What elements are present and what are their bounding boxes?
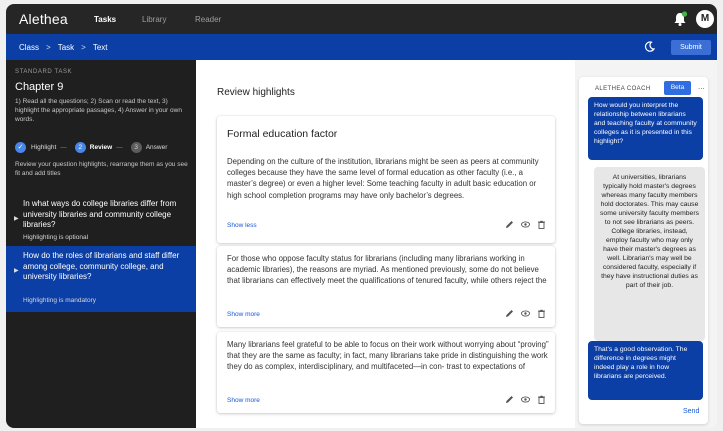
highlight-text: For those who oppose faculty status for … (227, 254, 547, 286)
step-number-3: 3 (130, 142, 142, 153)
show-less-link[interactable]: Show less (227, 222, 257, 229)
step-progress: ✓ Highlight — 2 Review — 3 Answer (15, 142, 167, 153)
breadcrumb-class[interactable]: Class (19, 43, 39, 52)
card-actions (505, 309, 546, 318)
breadcrumb-separator: > (46, 43, 51, 52)
delete-trash-icon[interactable] (537, 220, 546, 229)
notification-bell-icon[interactable] (673, 11, 687, 27)
nav-reader[interactable]: Reader (195, 15, 221, 24)
highlight-card: For those who oppose faculty status for … (217, 246, 555, 327)
coach-area: ALETHEA COACH Beta ... How would you int… (575, 60, 717, 428)
question-text: How do the roles of librarians and staff… (23, 251, 180, 281)
show-more-link[interactable]: Show more (227, 397, 260, 404)
highlight-card: Many librarians feel grateful to be able… (217, 332, 555, 413)
chapter-title: Chapter 9 (15, 81, 64, 93)
step-answer[interactable]: Answer (146, 144, 168, 151)
coach-panel: ALETHEA COACH Beta ... How would you int… (579, 77, 708, 424)
question-item-active[interactable]: ▶ How do the roles of librarians and sta… (6, 246, 196, 312)
step-connector: — (60, 144, 67, 151)
send-button[interactable]: Send (683, 408, 699, 415)
coach-message: How would you interpret the relationship… (588, 97, 703, 160)
top-navbar: Alethea Tasks Library Reader M (6, 4, 717, 34)
step-highlight[interactable]: Highlight (31, 144, 56, 151)
user-message: At universities, librarians typically ho… (594, 167, 705, 341)
highlight-text: Many librarians feel grateful to be able… (227, 340, 549, 372)
step-done-check-icon: ✓ (15, 142, 26, 153)
step-hint: Review your question highlights, rearran… (15, 161, 188, 177)
view-eye-icon[interactable] (521, 309, 530, 318)
breadcrumb-text[interactable]: Text (93, 43, 108, 52)
breadcrumb-separator: > (81, 43, 86, 52)
task-type-label: STANDARD TASK (15, 69, 73, 75)
view-eye-icon[interactable] (521, 220, 530, 229)
submit-button[interactable]: Submit (671, 40, 711, 55)
edit-pencil-icon[interactable] (505, 220, 514, 229)
coach-title: ALETHEA COACH (595, 86, 651, 92)
coach-menu-icon[interactable]: ... (698, 82, 705, 91)
user-avatar[interactable]: M (696, 10, 714, 28)
brand-logo[interactable]: Alethea (19, 11, 68, 27)
card-actions (505, 220, 546, 229)
question-status: Highlighting is mandatory (23, 297, 96, 304)
beta-badge: Beta (664, 81, 691, 95)
highlight-title[interactable]: Formal education factor (227, 128, 337, 140)
edit-pencil-icon[interactable] (505, 395, 514, 404)
review-panel: Review highlights Formal education facto… (196, 60, 575, 428)
dark-mode-toggle-icon[interactable] (643, 40, 656, 53)
card-actions (505, 395, 546, 404)
delete-trash-icon[interactable] (537, 309, 546, 318)
nav-tasks[interactable]: Tasks (94, 15, 116, 24)
page-title: Review highlights (217, 87, 295, 98)
highlight-card: Formal education factor Depending on the… (217, 116, 555, 243)
coach-message: That's a good observation. The differenc… (588, 341, 703, 400)
question-status: Highlighting is optional (23, 234, 89, 241)
breadcrumb: Class > Task > Text (19, 43, 107, 52)
question-item[interactable]: ▶ In what ways do college libraries diff… (6, 194, 196, 246)
nav-library[interactable]: Library (142, 15, 166, 24)
question-arrow-icon: ▶ (14, 268, 19, 274)
view-eye-icon[interactable] (521, 395, 530, 404)
edit-pencil-icon[interactable] (505, 309, 514, 318)
highlight-text: Depending on the culture of the institut… (227, 157, 539, 200)
question-arrow-icon: ▶ (14, 216, 19, 222)
delete-trash-icon[interactable] (537, 395, 546, 404)
step-connector: — (116, 144, 123, 151)
step-review[interactable]: Review (90, 144, 112, 151)
breadcrumb-bar: Class > Task > Text Submit (6, 34, 717, 60)
task-instructions: 1) Read all the questions; 2) Scan or re… (15, 98, 182, 123)
breadcrumb-task[interactable]: Task (58, 43, 74, 52)
show-more-link[interactable]: Show more (227, 311, 260, 318)
task-sidebar: STANDARD TASK Chapter 9 1) Read all the … (6, 60, 196, 428)
question-text: In what ways do college libraries differ… (23, 199, 177, 229)
app-window: Alethea Tasks Library Reader M Class > T… (6, 4, 717, 428)
step-number-2: 2 (74, 142, 86, 153)
